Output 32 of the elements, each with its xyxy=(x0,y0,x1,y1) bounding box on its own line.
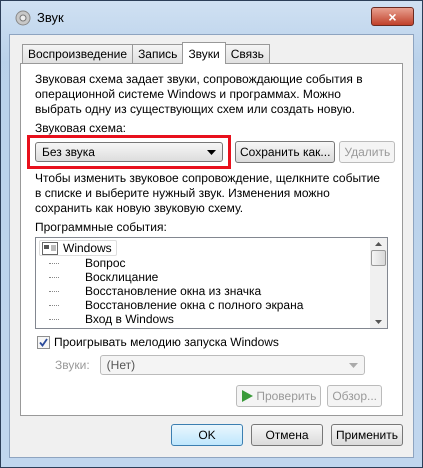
dialog-button[interactable]: Отмена xyxy=(251,424,323,446)
up-arrow-icon[interactable] xyxy=(375,242,382,246)
scrollbar-thumb[interactable] xyxy=(371,250,386,266)
tab[interactable]: Звуки xyxy=(182,42,226,64)
save-as-button[interactable]: Сохранить как... xyxy=(235,141,336,163)
tree-item[interactable]: Вход в Windows xyxy=(85,312,174,326)
hint-text: Чтобы изменить звуковое сопровождение, щелкните событие в списке и выберите нужный звук. Изменения можно сохранить как новую звуковую схему. xyxy=(35,171,381,216)
field-label: Звуковая схема: xyxy=(35,121,127,135)
tab[interactable]: Воспроизведение xyxy=(22,44,134,63)
tree-item[interactable]: Восстановление окна из значка xyxy=(85,284,262,298)
down-arrow-icon[interactable] xyxy=(375,320,382,324)
scrollbar[interactable] xyxy=(370,238,387,328)
checkbox[interactable] xyxy=(37,336,50,348)
caret-icon xyxy=(207,150,216,154)
tree-item[interactable]: Восклицание xyxy=(85,270,158,284)
tree-item[interactable]: Восстановление окна с полного экрана xyxy=(85,298,304,312)
window-icon xyxy=(42,242,58,254)
caret-icon xyxy=(348,362,358,368)
tab[interactable]: Запись xyxy=(132,44,184,63)
tree-item[interactable]: Вопрос xyxy=(85,256,126,270)
play-icon xyxy=(241,390,254,402)
dialog-button[interactable]: OK xyxy=(171,424,243,446)
scheme-dropdown[interactable]: Без звука xyxy=(35,142,223,162)
description-text: Звуковая схема задает звуки, сопровождающие события в операционной системе Windows и программах. Можно выбрать одну из существующих схем или создать новую. xyxy=(35,72,364,117)
close-button[interactable]: × xyxy=(371,7,414,26)
checkbox-label: Проигрывать мелодию запуска Windows xyxy=(54,335,279,349)
events-list[interactable]: Windows Вопрос Восклицание Восстановление окна из значка Восстановление окна с полного экрана Вход в Windows xyxy=(35,237,388,329)
tab[interactable]: Связь xyxy=(224,44,270,63)
list-label: Программные события: xyxy=(35,220,168,234)
window-title: Звук xyxy=(37,10,65,25)
dialog-button[interactable]: Применить xyxy=(331,424,403,446)
field-label: Звуки: xyxy=(55,358,90,372)
